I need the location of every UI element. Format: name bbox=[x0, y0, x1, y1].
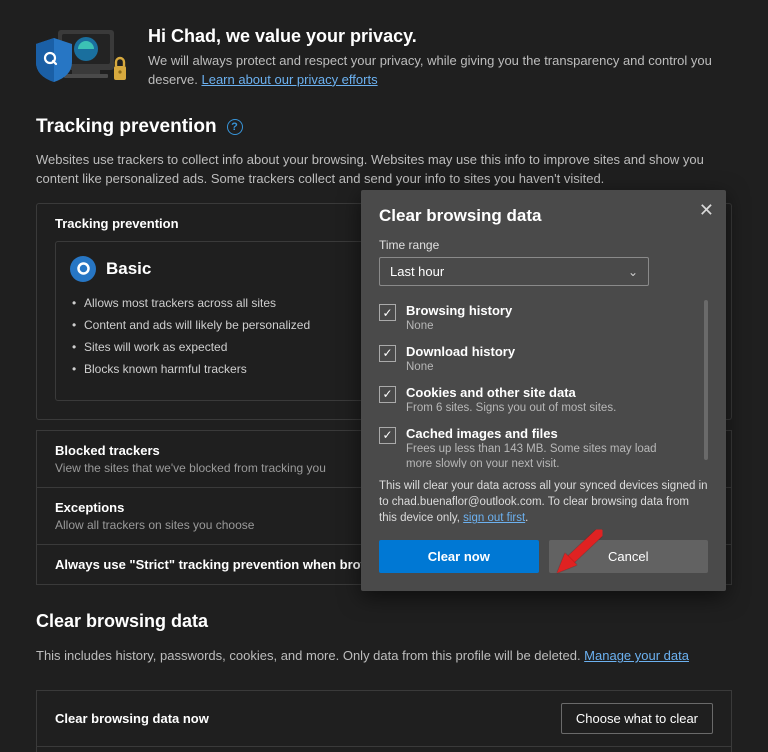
manage-data-link[interactable]: Manage your data bbox=[584, 648, 689, 663]
tracking-option-basic[interactable]: Basic Allows most trackers across all si… bbox=[55, 241, 378, 402]
cancel-button[interactable]: Cancel bbox=[549, 540, 709, 573]
dialog-scrollbar[interactable] bbox=[704, 300, 708, 460]
dialog-title: Clear browsing data bbox=[379, 206, 708, 226]
clear-item-cookies[interactable]: Cookies and other site dataFrom 6 sites.… bbox=[379, 380, 708, 421]
dialog-sync-note: This will clear your data across all you… bbox=[379, 478, 708, 526]
tracking-section-title: Tracking prevention ? bbox=[0, 108, 768, 144]
privacy-subtext: We will always protect and respect your … bbox=[148, 52, 748, 90]
help-icon[interactable]: ? bbox=[227, 119, 243, 135]
clear-browsing-data-dialog: Clear browsing data ✕ Time range Last ho… bbox=[361, 190, 726, 591]
choose-what-to-clear-button[interactable]: Choose what to clear bbox=[561, 703, 713, 734]
privacy-hero-icon bbox=[28, 26, 130, 86]
clear-now-row: Clear browsing data now Choose what to c… bbox=[36, 690, 732, 747]
sign-out-first-link[interactable]: sign out first bbox=[463, 512, 525, 524]
close-icon[interactable]: ✕ bbox=[699, 200, 714, 221]
time-range-select[interactable]: Last hour ⌄ bbox=[379, 257, 649, 286]
privacy-greeting: Hi Chad, we value your privacy. bbox=[148, 26, 748, 47]
clear-items-list: Browsing historyNone Download historyNon… bbox=[379, 298, 708, 468]
clear-item-cache[interactable]: Cached images and filesFrees up less tha… bbox=[379, 421, 708, 468]
clear-section-title: Clear browsing data bbox=[0, 585, 768, 640]
time-range-label: Time range bbox=[379, 238, 708, 252]
clear-now-button[interactable]: Clear now bbox=[379, 540, 539, 573]
checkbox[interactable] bbox=[379, 345, 396, 362]
clear-item-browsing-history[interactable]: Browsing historyNone bbox=[379, 298, 708, 339]
privacy-efforts-link[interactable]: Learn about our privacy efforts bbox=[201, 72, 377, 87]
chevron-down-icon: ⌄ bbox=[628, 265, 638, 279]
clear-item-download-history[interactable]: Download historyNone bbox=[379, 339, 708, 380]
checkbox[interactable] bbox=[379, 386, 396, 403]
clear-section-desc: This includes history, passwords, cookie… bbox=[0, 640, 768, 680]
checkbox[interactable] bbox=[379, 304, 396, 321]
checkbox[interactable] bbox=[379, 427, 396, 444]
basic-points: Allows most trackers across all sites Co… bbox=[70, 292, 363, 381]
basic-icon bbox=[70, 256, 96, 282]
privacy-header: Hi Chad, we value your privacy. We will … bbox=[0, 0, 768, 108]
clear-on-close-row[interactable]: Choose what to clear every time you clos… bbox=[36, 747, 732, 752]
